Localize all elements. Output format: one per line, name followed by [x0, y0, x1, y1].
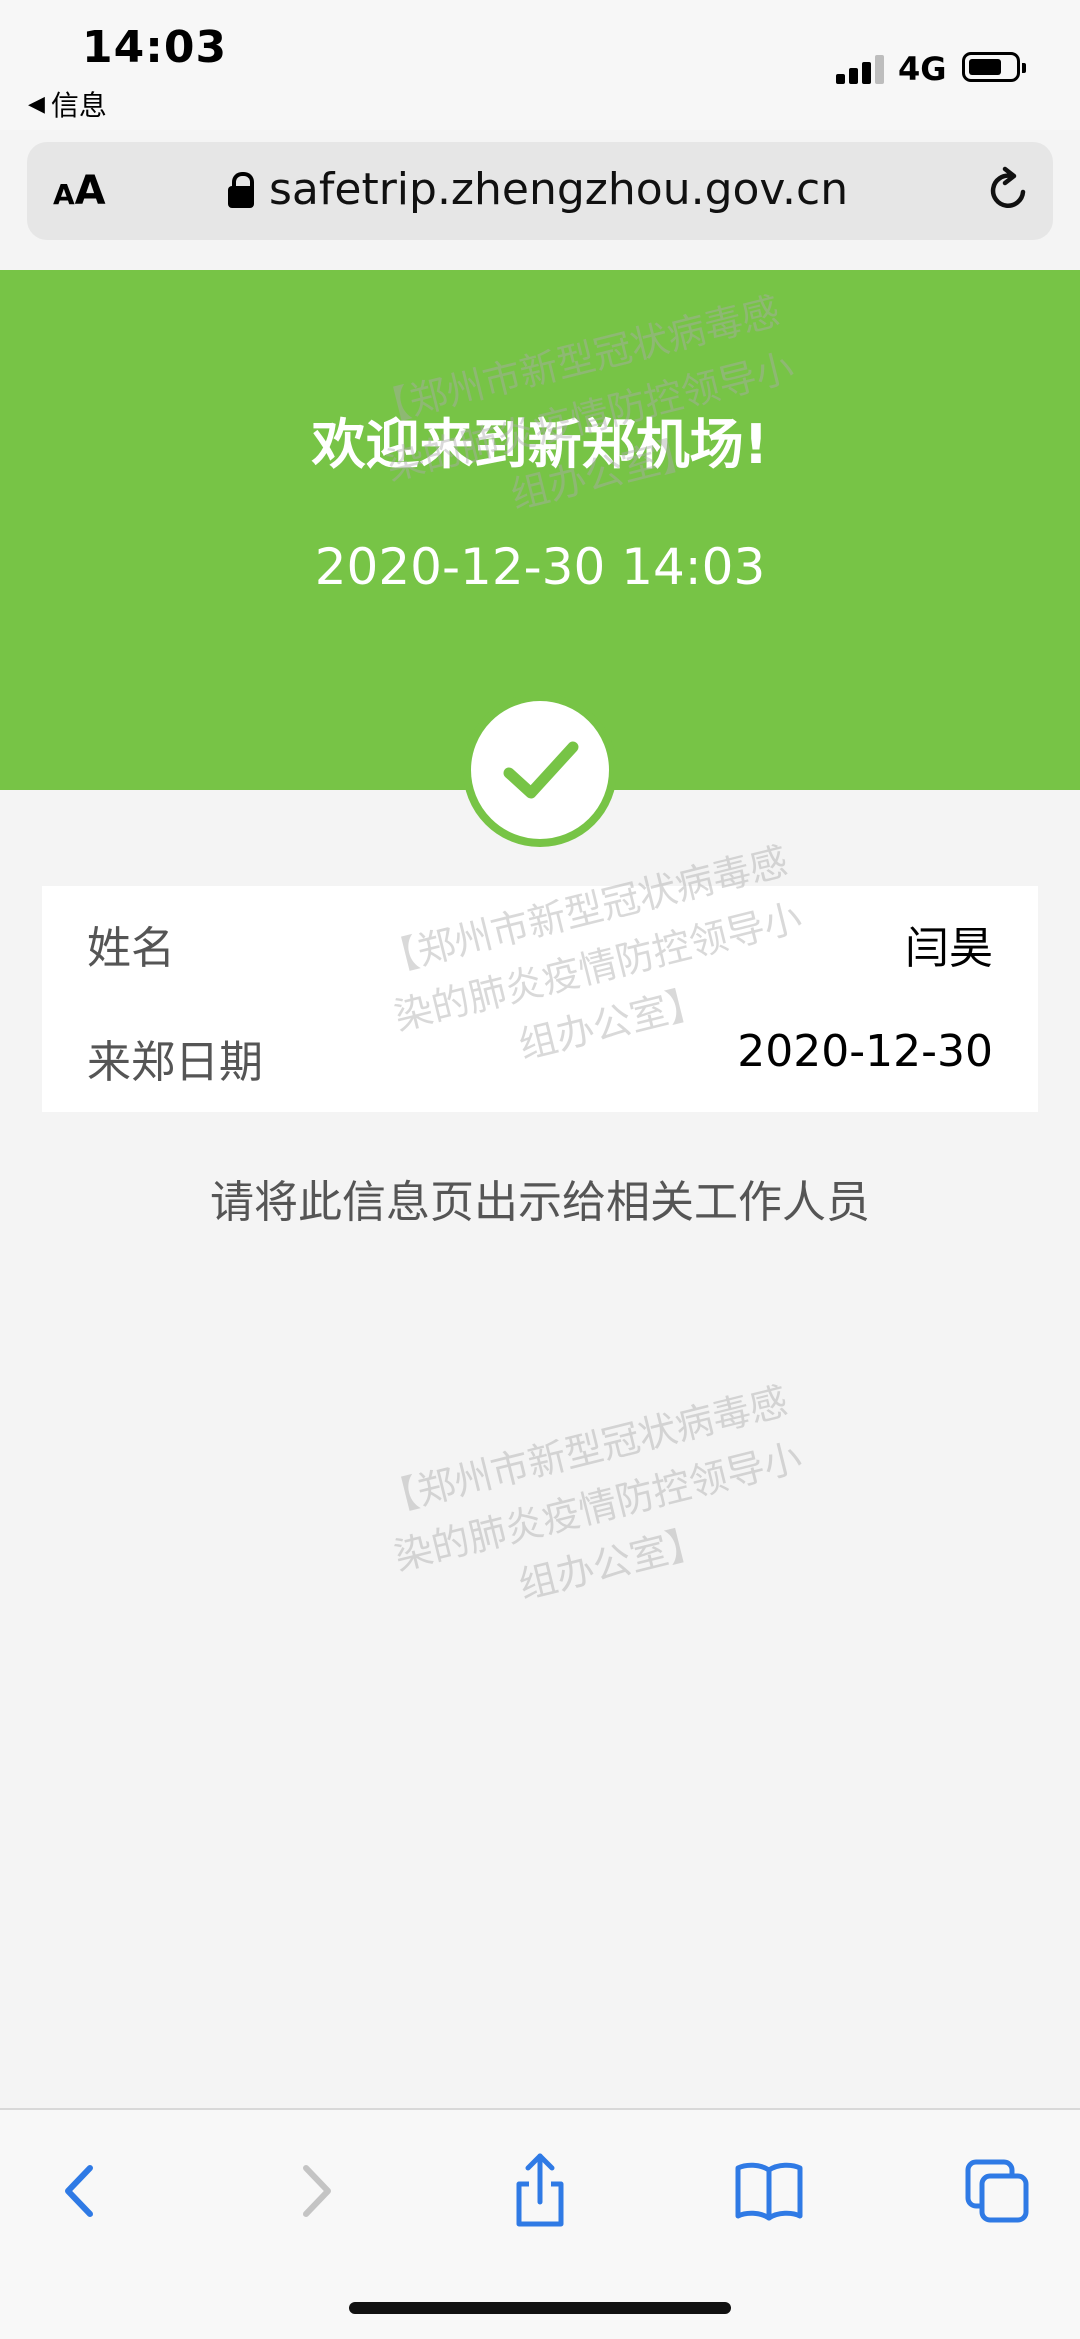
tabs-icon[interactable] — [952, 2146, 1042, 2236]
address-bar[interactable]: AA safetrip.zhengzhou.gov.cn — [27, 142, 1053, 240]
info-row-date: 来郑日期 2020-12-30 — [42, 1002, 1038, 1102]
signal-icon — [836, 54, 886, 84]
status-bar: 14:03 ◀ 信息 4G — [0, 0, 1080, 130]
reload-icon[interactable] — [981, 162, 1037, 218]
back-icon[interactable] — [36, 2146, 126, 2236]
watermark: 【郑州市新型冠状病毒感染的肺炎疫情防控领导小组办公室】 — [375, 1378, 807, 1608]
battery-icon — [962, 52, 1026, 82]
share-icon[interactable] — [495, 2146, 585, 2236]
url-text: safetrip.zhengzhou.gov.cn — [269, 164, 849, 215]
text-size-button[interactable]: AA — [53, 168, 106, 214]
hint-text: 请将此信息页出示给相关工作人员 — [210, 1177, 870, 1228]
welcome-title: 欢迎来到新郑机场! — [311, 413, 769, 476]
network-type: 4G — [898, 50, 947, 88]
date-value: 2020-12-30 — [737, 1026, 993, 1077]
back-to-app[interactable]: ◀ 信息 — [28, 84, 107, 124]
home-indicator[interactable] — [349, 2302, 731, 2314]
lock-icon — [227, 171, 255, 208]
info-row-name: 姓名 闫昊 — [42, 888, 1038, 988]
check-badge — [463, 693, 617, 847]
bookmarks-icon[interactable] — [724, 2146, 814, 2236]
back-triangle-icon: ◀ — [28, 91, 45, 117]
text-size-small-label: A — [53, 178, 75, 211]
datetime-text: 2020-12-30 14:03 — [314, 538, 766, 596]
url-field[interactable]: safetrip.zhengzhou.gov.cn — [227, 164, 848, 215]
info-card: 姓名 闫昊 来郑日期 2020-12-30 — [42, 886, 1038, 1112]
text-size-large-label: A — [74, 168, 106, 214]
back-app-label: 信息 — [50, 89, 107, 122]
name-value: 闫昊 — [905, 923, 993, 974]
date-label: 来郑日期 — [87, 1037, 263, 1088]
status-time: 14:03 — [82, 22, 228, 73]
forward-icon[interactable] — [270, 2146, 360, 2236]
name-label: 姓名 — [87, 923, 175, 974]
checkmark-icon — [503, 741, 579, 799]
